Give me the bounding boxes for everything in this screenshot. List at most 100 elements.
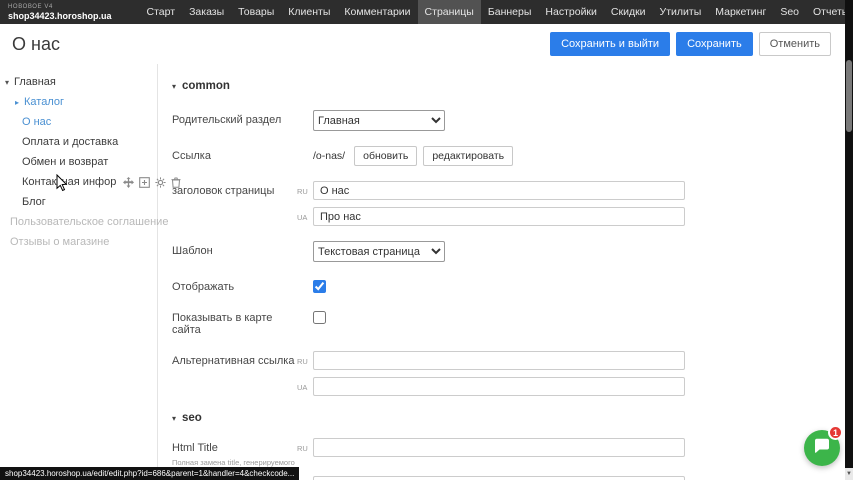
link-row: Ссылка /o-nas/ обновить редактировать bbox=[172, 146, 845, 166]
menu-item-comments[interactable]: Комментарии bbox=[337, 0, 417, 24]
display-row: Отображать bbox=[172, 277, 845, 293]
alt-link-ua-row: UA bbox=[172, 377, 845, 396]
add-icon[interactable] bbox=[139, 177, 150, 188]
menu-item-utilities[interactable]: Утилиты bbox=[653, 0, 709, 24]
alt-link-ua-input[interactable] bbox=[313, 377, 685, 396]
lang-label-ua: UA bbox=[297, 377, 313, 392]
html-title-ua-input[interactable] bbox=[313, 476, 685, 480]
tree-item-blog[interactable]: Блог bbox=[0, 192, 157, 212]
tree-item-home[interactable]: ▾ Главная bbox=[0, 72, 157, 92]
page-title-ru-input[interactable] bbox=[313, 181, 685, 200]
tree-item-label: Оплата и доставка bbox=[22, 136, 118, 148]
lang-label-ru: RU bbox=[297, 438, 313, 453]
tree-item-about[interactable]: О нас bbox=[0, 112, 157, 132]
menu-item-clients[interactable]: Клиенты bbox=[281, 0, 337, 24]
pages-tree-sidebar: ▾ Главная ▸ Каталог О нас Оплата и доста… bbox=[0, 64, 158, 480]
sitemap-label: Показывать в карте сайта bbox=[172, 308, 297, 336]
tree-item-label: Пользовательское соглашение bbox=[10, 216, 168, 228]
spacer bbox=[172, 207, 297, 211]
logo-version: НОВОВОЕ V4 bbox=[8, 4, 112, 11]
tree-item-payment-delivery[interactable]: Оплата и доставка bbox=[0, 132, 157, 152]
logo[interactable]: НОВОВОЕ V4 shop34423.horoshop.ua bbox=[0, 0, 122, 24]
scrollbar-down-button[interactable]: ▼ bbox=[845, 468, 853, 480]
menu-item-discounts[interactable]: Скидки bbox=[604, 0, 653, 24]
tree-item-label: О нас bbox=[22, 116, 51, 128]
edit-link-button[interactable]: редактировать bbox=[423, 146, 513, 166]
parent-section-select[interactable]: Главная bbox=[313, 110, 445, 131]
chat-widget-button[interactable]: 1 bbox=[804, 430, 840, 466]
chevron-down-icon: ▾ bbox=[172, 82, 176, 91]
topbar: НОВОВОЕ V4 shop34423.horoshop.ua Старт З… bbox=[0, 0, 853, 24]
html-title-ru-input[interactable] bbox=[313, 438, 685, 457]
save-button[interactable]: Сохранить bbox=[676, 32, 753, 56]
sitemap-checkbox[interactable] bbox=[313, 311, 326, 324]
template-select[interactable]: Текстовая страница bbox=[313, 241, 445, 262]
save-and-exit-button[interactable]: Сохранить и выйти bbox=[550, 32, 670, 56]
chat-icon bbox=[813, 437, 831, 460]
section-seo-title: seo bbox=[182, 412, 202, 424]
display-label: Отображать bbox=[172, 277, 297, 293]
page-title-ru-row: заголовок страницы RU bbox=[172, 181, 845, 200]
menu-item-products[interactable]: Товары bbox=[231, 0, 281, 24]
lang-label-ru: RU bbox=[297, 181, 313, 196]
template-row: Шаблон Текстовая страница bbox=[172, 241, 845, 262]
tree-item-contact-info[interactable]: Контактная инфор bbox=[0, 172, 157, 192]
chevron-down-icon[interactable]: ▾ bbox=[5, 78, 9, 87]
menu-item-pages[interactable]: Страницы bbox=[418, 0, 481, 24]
tree-item-exchange-return[interactable]: Обмен и возврат bbox=[0, 152, 157, 172]
lang-gutter bbox=[297, 308, 313, 314]
scrollbar-thumb[interactable] bbox=[846, 60, 852, 132]
display-checkbox[interactable] bbox=[313, 280, 326, 293]
parent-section-label: Родительский раздел bbox=[172, 110, 297, 126]
page-header: О нас Сохранить и выйти Сохранить Отмени… bbox=[0, 24, 853, 64]
link-label: Ссылка bbox=[172, 146, 297, 162]
link-value: /o-nas/ bbox=[313, 146, 345, 162]
tree-item-label: Каталог bbox=[24, 96, 64, 108]
menu-item-orders[interactable]: Заказы bbox=[182, 0, 231, 24]
chevron-right-icon[interactable]: ▸ bbox=[15, 98, 19, 107]
refresh-link-button[interactable]: обновить bbox=[354, 146, 417, 166]
section-common-header[interactable]: ▾ common bbox=[172, 80, 845, 92]
menu-item-marketing[interactable]: Маркетинг bbox=[708, 0, 773, 24]
menu-item-seo[interactable]: Seo bbox=[773, 0, 806, 24]
cancel-button[interactable]: Отменить bbox=[759, 32, 831, 56]
status-url-bar: shop34423.horoshop.ua/edit/edit.php?id=6… bbox=[0, 467, 299, 480]
tree-item-label: Контактная инфор bbox=[22, 176, 116, 188]
tree-item-store-reviews[interactable]: Отзывы о магазине bbox=[0, 232, 157, 252]
tree-item-user-agreement[interactable]: Пользовательское соглашение bbox=[0, 212, 157, 232]
page-title-ua-row: UA bbox=[172, 207, 845, 226]
html-title-label-wrap: Html Title Полная замена title, генериру… bbox=[172, 438, 297, 469]
tree-item-label: Главная bbox=[14, 76, 56, 88]
lang-label-ua: UA bbox=[297, 476, 313, 480]
page-title: О нас bbox=[12, 34, 60, 55]
lang-gutter bbox=[297, 241, 313, 247]
spacer bbox=[172, 377, 297, 381]
logo-domain: shop34423.horoshop.ua bbox=[8, 11, 112, 21]
menu-item-start[interactable]: Старт bbox=[140, 0, 183, 24]
header-buttons: Сохранить и выйти Сохранить Отменить bbox=[550, 32, 831, 56]
page-title-ua-input[interactable] bbox=[313, 207, 685, 226]
page-title-label: заголовок страницы bbox=[172, 181, 297, 197]
section-seo-header[interactable]: ▾ seo bbox=[172, 412, 845, 424]
main-area: ▾ Главная ▸ Каталог О нас Оплата и доста… bbox=[0, 64, 845, 480]
html-title-label: Html Title bbox=[172, 442, 218, 454]
tree-item-label: Блог bbox=[22, 196, 46, 208]
chat-unread-badge: 1 bbox=[828, 425, 843, 440]
menu-item-settings[interactable]: Настройки bbox=[538, 0, 604, 24]
menu-item-banners[interactable]: Баннеры bbox=[481, 0, 539, 24]
html-title-ru-row: Html Title Полная замена title, генериру… bbox=[172, 438, 845, 469]
sitemap-row: Показывать в карте сайта bbox=[172, 308, 845, 336]
scrollbar-track[interactable]: ▼ bbox=[845, 0, 853, 480]
move-icon[interactable] bbox=[123, 177, 134, 188]
tree-item-label: Отзывы о магазине bbox=[10, 236, 109, 248]
alt-link-ru-input[interactable] bbox=[313, 351, 685, 370]
tree-item-catalog[interactable]: ▸ Каталог bbox=[0, 92, 157, 112]
lang-label-ua: UA bbox=[297, 207, 313, 222]
template-label: Шаблон bbox=[172, 241, 297, 257]
page-edit-form: ▾ common Родительский раздел Главная Ссы… bbox=[158, 64, 845, 480]
section-common-title: common bbox=[182, 80, 230, 92]
chevron-down-icon: ▾ bbox=[172, 414, 176, 423]
lang-label-ru: RU bbox=[297, 351, 313, 366]
tree-item-label: Обмен и возврат bbox=[22, 156, 108, 168]
topbar-menu: Старт Заказы Товары Клиенты Комментарии … bbox=[140, 0, 853, 24]
